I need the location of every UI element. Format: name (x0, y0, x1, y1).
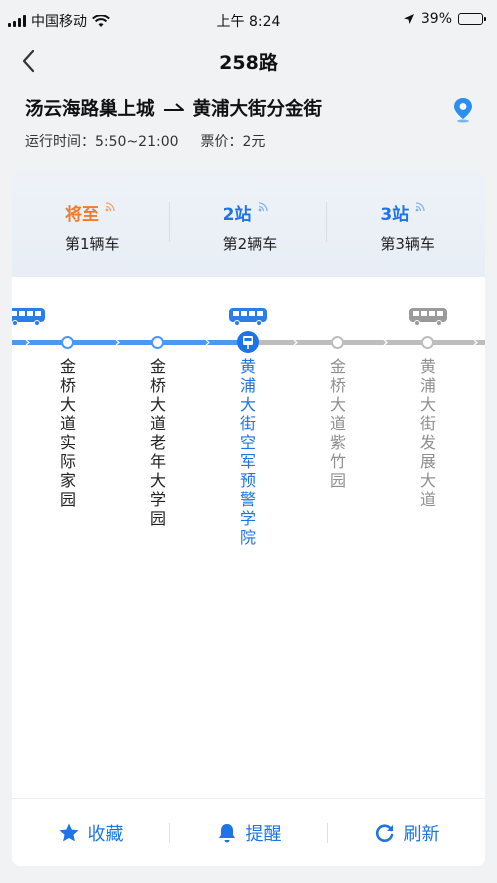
battery-icon (458, 13, 486, 25)
stop-dot (61, 336, 74, 349)
direction-arrow-icon (163, 103, 184, 111)
bus-line-diagram[interactable]: 金桥大道实际家园 金桥大道老年大学园 黄浦大街空军预警学院 金桥大道紫竹园 黄浦… (12, 277, 485, 797)
realtime-signal-icon (415, 202, 425, 212)
arrivals-panel: 将至 第1辆车 2站 第2辆车 3站 第3辆车 (12, 170, 485, 277)
favorite-label: 收藏 (87, 823, 124, 845)
stop-name: 金桥大道实际家园 (59, 357, 76, 509)
current-stop-marker-icon (237, 331, 259, 353)
star-icon (59, 823, 78, 841)
page-title: 258路 (219, 52, 278, 74)
bus-icon (229, 308, 267, 326)
operating-hours: 运行时间：5:50~21:00 (25, 134, 179, 150)
vehicle-label: 第2辆车 (222, 235, 278, 253)
location-arrow-icon (403, 14, 414, 24)
arrival-status-text: 3站 (380, 205, 410, 225)
arrival-bus-3: 3站 第3辆车 (327, 170, 485, 277)
realtime-signal-icon (105, 202, 115, 212)
arrival-status: 2站 (223, 200, 328, 225)
stop-name: 金桥大道紫竹园 (329, 357, 346, 490)
remind-label: 提醒 (245, 823, 282, 845)
bus-icon (12, 308, 45, 326)
stop-name: 黄浦大街发展大道 (419, 357, 436, 509)
realtime-signal-icon (258, 202, 268, 212)
refresh-label: 刷新 (403, 823, 440, 845)
action-bar: 收藏 提醒 刷新 (12, 798, 485, 866)
stop-dot (151, 336, 164, 349)
bell-icon (218, 823, 235, 842)
status-right: 39% (403, 11, 486, 27)
route-card: 将至 第1辆车 2站 第2辆车 3站 第3辆车 金桥大道实际家园 金桥大道老年大… (12, 170, 485, 866)
stop-dot (421, 336, 434, 349)
favorite-button[interactable]: 收藏 (12, 820, 169, 846)
arrival-status-text: 2站 (222, 205, 252, 225)
route-origin: 汤云海路巢上城 (25, 99, 155, 120)
arrival-bus-1: 将至 第1辆车 (12, 170, 170, 277)
stop-dot (331, 336, 344, 349)
arrival-status: 3站 (380, 200, 485, 225)
battery-percent: 39% (420, 11, 452, 27)
vehicle-label: 第1辆车 (65, 235, 120, 253)
route-meta: 运行时间：5:50~21:00 票价：2元 (25, 131, 475, 151)
arrival-status-text: 将至 (65, 205, 99, 225)
fare: 票价：2元 (200, 134, 266, 150)
stop-name: 金桥大道老年大学园 (149, 357, 166, 528)
bus-icon (409, 308, 447, 326)
route-destination: 黄浦大街分金街 (192, 99, 323, 120)
remind-button[interactable]: 提醒 (170, 820, 327, 846)
refresh-button[interactable]: 刷新 (328, 820, 485, 846)
nav-bar: 258路 (0, 40, 497, 82)
arrival-bus-2: 2站 第2辆车 (170, 170, 328, 277)
stop-name: 黄浦大街空军预警学院 (239, 357, 256, 547)
refresh-icon (375, 823, 393, 842)
arrival-status: 将至 (65, 200, 170, 225)
route-info: 汤云海路巢上城 黄浦大街分金街 运行时间：5:50~21:00 票价：2元 (25, 95, 475, 151)
route-endpoints: 汤云海路巢上城 黄浦大街分金街 (25, 95, 475, 121)
vehicle-label: 第3辆车 (380, 235, 435, 253)
status-bar: 中国移动 上午 8:24 39% (0, 0, 497, 40)
map-pin-icon[interactable] (451, 97, 475, 123)
